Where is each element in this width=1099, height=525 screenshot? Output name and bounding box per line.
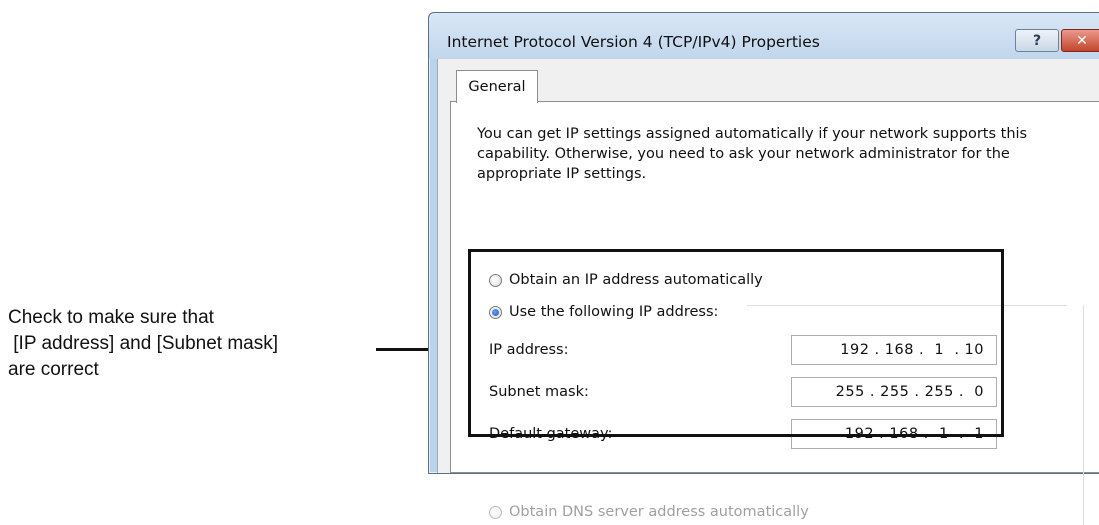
close-button[interactable]: ✕	[1061, 29, 1099, 52]
help-icon: ?	[1032, 32, 1042, 49]
highlight-box	[468, 249, 1004, 437]
callout-text: Check to make sure that [IP address] and…	[8, 307, 279, 380]
help-button[interactable]: ?	[1015, 29, 1059, 52]
close-icon: ✕	[1076, 32, 1088, 49]
obtain-dns-auto-option[interactable]: Obtain DNS server address automatically	[489, 504, 809, 520]
window-title: Internet Protocol Version 4 (TCP/IPv4) P…	[447, 33, 820, 51]
tab-general[interactable]: General	[456, 70, 538, 103]
description-text: You can get IP settings assigned automat…	[477, 126, 1028, 182]
group-box-right-border	[1083, 305, 1084, 525]
obtain-dns-auto-radio[interactable]	[489, 505, 502, 519]
title-bar[interactable]: Internet Protocol Version 4 (TCP/IPv4) P…	[429, 13, 1099, 59]
obtain-dns-auto-label: Obtain DNS server address automatically	[509, 504, 809, 520]
